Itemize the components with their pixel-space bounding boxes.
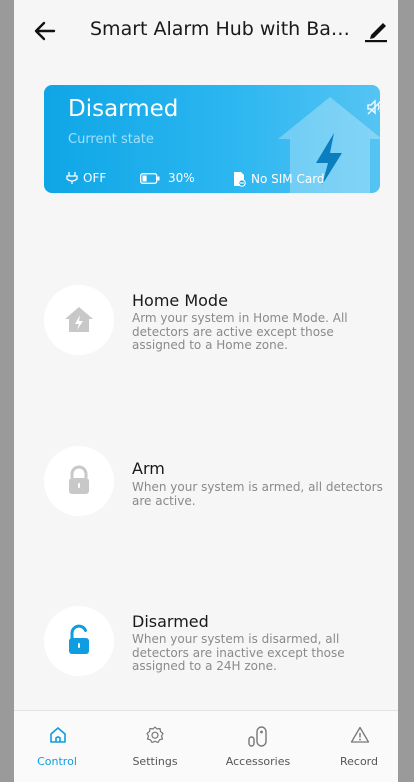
page-title: Smart Alarm Hub with Bac...: [90, 18, 352, 40]
nav-item-settings[interactable]: Settings: [112, 711, 198, 782]
disarmed-option[interactable]: Disarmed When your system is disarmed, a…: [44, 606, 384, 686]
lock-icon: [69, 465, 89, 494]
mode-title: Arm: [132, 459, 165, 478]
accessories-icon: [248, 726, 267, 747]
mode-description: When your system is disarmed, all detect…: [132, 632, 345, 673]
sim-card-icon: [234, 172, 246, 187]
sim-value: No SIM Card: [251, 172, 325, 186]
nav-label: Accessories: [225, 755, 291, 768]
nav-item-control[interactable]: Control: [14, 711, 100, 782]
gear-icon: [146, 726, 164, 744]
warning-icon: [350, 726, 370, 743]
home-mode-option[interactable]: Home Mode Arm your system in Home Mode. …: [44, 285, 384, 365]
nav-item-accessories[interactable]: Accessories: [210, 711, 306, 782]
nav-label: Settings: [132, 755, 178, 768]
nav-item-record[interactable]: Record: [320, 711, 398, 782]
arm-icon-circle: [44, 446, 114, 516]
arm-option[interactable]: Arm When your system is armed, all detec…: [44, 446, 384, 520]
sim-status: No SIM Card: [232, 171, 325, 187]
bottom-nav: Control Settings Accessories Record: [14, 710, 398, 782]
mode-description: When your system is armed, all detectors…: [132, 480, 383, 508]
plug-icon: [66, 172, 78, 184]
home-icon: [50, 727, 66, 743]
back-arrow-icon[interactable]: [32, 18, 58, 44]
power-status: OFF: [66, 171, 106, 185]
battery-status: 30%: [140, 171, 195, 185]
disarmed-icon-circle: [44, 606, 114, 676]
top-bar: Smart Alarm Hub with Bac...: [14, 0, 398, 62]
unlock-icon: [69, 624, 89, 654]
arm-state-label: Disarmed: [68, 96, 179, 122]
mode-title: Disarmed: [132, 612, 209, 631]
current-state-caption: Current state: [68, 132, 154, 147]
power-value: OFF: [83, 171, 107, 185]
muted-speaker-icon[interactable]: [366, 98, 380, 116]
home-mode-icon: [65, 307, 93, 332]
mode-description: Arm your system in Home Mode. All detect…: [132, 311, 348, 352]
battery-icon: [140, 172, 160, 184]
mode-title: Home Mode: [132, 291, 228, 310]
nav-label: Record: [339, 755, 378, 768]
edit-pencil-icon[interactable]: [362, 16, 390, 44]
app-screen: Smart Alarm Hub with Bac... Disarmed Cur…: [14, 0, 398, 782]
home-mode-icon-circle: [44, 285, 114, 355]
nav-label: Control: [37, 755, 77, 768]
status-card: Disarmed Current state OFF 30% No SIM Ca…: [44, 85, 380, 193]
battery-value: 30%: [168, 171, 195, 185]
